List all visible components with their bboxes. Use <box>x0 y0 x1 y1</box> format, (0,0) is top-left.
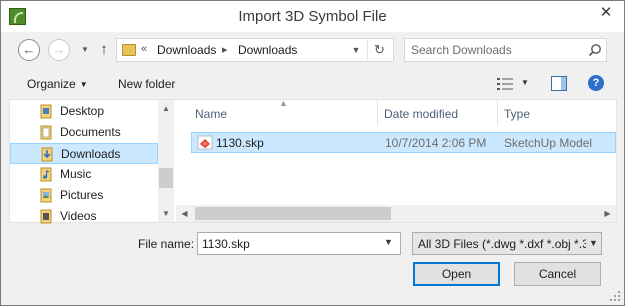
file-list-horizontal-scrollbar[interactable]: ◀ ▶ <box>176 205 616 222</box>
file-date-modified: 10/7/2014 2:06 PM <box>385 136 487 150</box>
search-box[interactable] <box>404 38 607 62</box>
back-button[interactable]: ← <box>18 39 40 61</box>
nav-item-pictures[interactable]: Pictures <box>10 185 158 206</box>
forward-button[interactable]: → <box>48 39 70 61</box>
column-header-date-modified[interactable]: Date modified <box>378 100 496 126</box>
help-icon[interactable]: ? <box>588 75 604 91</box>
organize-button[interactable]: Organize ▼ <box>27 77 88 91</box>
nav-item-label: Videos <box>60 209 97 223</box>
chevron-down-icon: ▼ <box>589 238 598 248</box>
cancel-button[interactable]: Cancel <box>514 262 601 286</box>
sketchup-file-icon <box>197 135 213 150</box>
desktop-folder-icon <box>40 104 52 119</box>
nav-item-label: Documents <box>60 125 121 139</box>
preview-pane-icon[interactable] <box>551 76 567 91</box>
view-options-chevron-icon[interactable]: ▼ <box>521 78 529 87</box>
refresh-icon: ↻ <box>374 42 385 57</box>
documents-folder-icon <box>40 125 52 140</box>
column-header-label: Date modified <box>384 107 459 121</box>
chevron-down-icon[interactable]: ▼ <box>384 237 393 247</box>
address-dropdown-button[interactable]: ▼ <box>350 42 362 58</box>
sort-ascending-icon: ▲ <box>279 98 288 108</box>
back-arrow-icon: ← <box>22 42 36 57</box>
file-row[interactable]: 1130.skp 10/7/2014 2:06 PM SketchUp Mode… <box>191 132 616 153</box>
organize-label: Organize <box>27 77 76 91</box>
scrollbar-thumb[interactable] <box>195 207 391 220</box>
column-header-label: Type <box>504 107 531 121</box>
overflow-chevron-icon[interactable]: « <box>141 43 147 55</box>
column-header-type[interactable]: Type <box>498 100 616 126</box>
up-arrow-icon: ↑ <box>100 41 108 58</box>
breadcrumb-segment[interactable]: Downloads <box>238 43 297 57</box>
folder-icon <box>122 44 136 56</box>
file-list-pane: ▲ Name Date modified Type 1130.skp 10/7/… <box>176 98 616 222</box>
search-input[interactable] <box>411 42 581 58</box>
navigation-pane: Desktop Documents Downloads Music Pictur… <box>10 100 174 224</box>
file-name-input[interactable] <box>202 236 380 251</box>
nav-item-label: Pictures <box>60 188 104 202</box>
scroll-left-arrow-icon[interactable]: ◀ <box>176 205 193 222</box>
nav-item-documents[interactable]: Documents <box>10 122 158 143</box>
browser-panes: Desktop Documents Downloads Music Pictur… <box>9 98 617 224</box>
file-type-filter-select[interactable]: All 3D Files (*.dwg *.dxf *.obj *.3 ▼ <box>412 232 602 255</box>
file-name-combobox[interactable]: ▼ <box>197 232 401 255</box>
open-button[interactable]: Open <box>413 262 500 286</box>
file-name-label: File name: <box>138 237 195 251</box>
nav-item-label: Music <box>60 167 92 181</box>
address-bar[interactable]: « Downloads ▸ Downloads ▼ ↻ <box>116 38 394 62</box>
close-button[interactable]: ✕ <box>592 2 620 24</box>
up-button[interactable]: ↑ <box>97 41 111 59</box>
nav-item-downloads[interactable]: Downloads <box>10 143 158 164</box>
import-dialog: Import 3D Symbol File ✕ ← → ▼ ↑ « Downlo… <box>0 0 625 306</box>
column-header-label: Name <box>195 107 228 121</box>
change-view-icon[interactable] <box>497 77 513 91</box>
nav-item-label: Desktop <box>60 104 105 118</box>
file-name: 1130.skp <box>216 136 264 150</box>
videos-folder-icon <box>40 209 52 224</box>
breadcrumb-segment[interactable]: Downloads <box>157 43 216 57</box>
file-type-filter-value: All 3D Files (*.dwg *.dxf *.obj *.3 <box>418 237 586 251</box>
forward-arrow-icon: → <box>52 42 66 57</box>
recent-locations-button[interactable]: ▼ <box>81 46 89 54</box>
search-icon[interactable] <box>588 43 602 57</box>
chevron-down-icon: ▼ <box>81 45 89 54</box>
scroll-up-arrow-icon[interactable]: ▲ <box>158 100 174 117</box>
breadcrumb-separator-icon[interactable]: ▸ <box>222 43 228 56</box>
nav-pane-scrollbar[interactable]: ▲ ▼ <box>158 100 174 222</box>
nav-item-music[interactable]: Music <box>10 164 158 185</box>
chevron-down-icon: ▼ <box>79 80 88 89</box>
column-header-name[interactable]: ▲ Name <box>176 98 376 126</box>
scroll-right-arrow-icon[interactable]: ▶ <box>599 205 616 222</box>
scrollbar-thumb[interactable] <box>159 168 173 188</box>
refresh-button[interactable]: ↻ <box>367 40 391 60</box>
window-title: Import 3D Symbol File <box>238 8 387 25</box>
nav-item-label: Downloads <box>61 147 121 161</box>
nav-item-desktop[interactable]: Desktop <box>10 101 158 122</box>
music-folder-icon <box>40 167 52 182</box>
title-bar: Import 3D Symbol File ✕ <box>1 1 624 32</box>
downloads-folder-icon <box>41 147 53 162</box>
nav-item-videos[interactable]: Videos <box>10 206 158 227</box>
new-folder-button[interactable]: New folder <box>118 77 175 91</box>
pictures-folder-icon <box>40 188 52 203</box>
scroll-down-arrow-icon[interactable]: ▼ <box>158 205 174 222</box>
chevron-down-icon: ▼ <box>351 45 361 55</box>
resize-grip-icon[interactable] <box>609 290 621 302</box>
file-type: SketchUp Model <box>504 136 593 150</box>
command-bar: Organize ▼ New folder ▼ ? <box>2 69 623 99</box>
